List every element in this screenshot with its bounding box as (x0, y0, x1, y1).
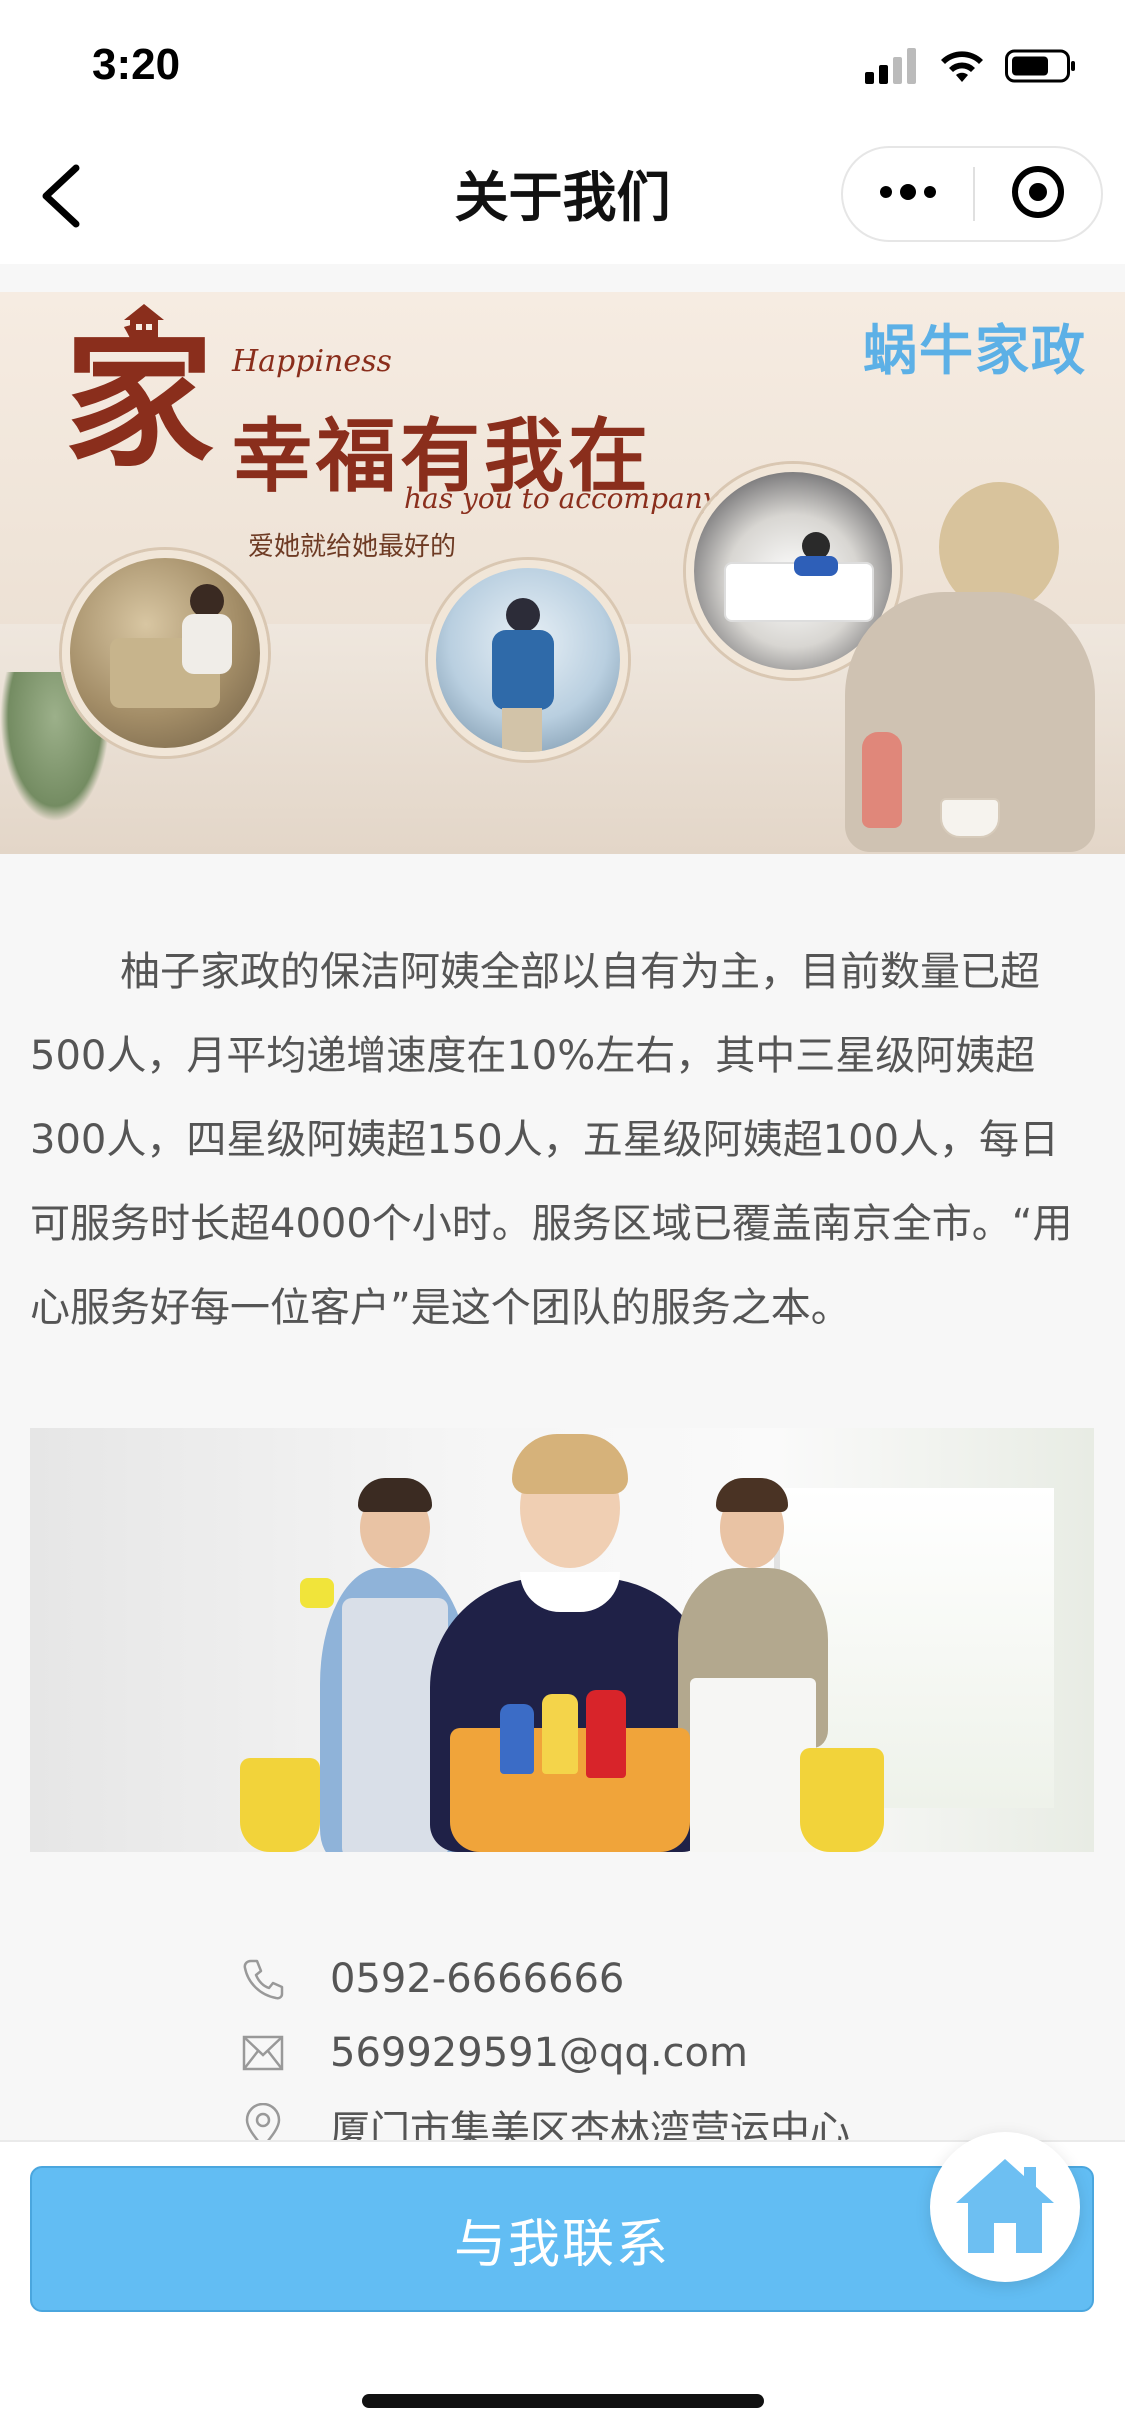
home-icon (950, 2153, 1060, 2261)
home-indicator (362, 2394, 764, 2408)
brand-name: 蜗牛家政 (863, 319, 1087, 382)
contact-email-text: 569929591@qq.com (330, 2030, 748, 2076)
wifi-icon (937, 48, 987, 88)
contact-email[interactable]: 569929591@qq.com (236, 2016, 1036, 2090)
cleaning-bottle-red (586, 1690, 626, 1778)
cleaning-bottle-blue (500, 1704, 534, 1774)
more-button[interactable] (843, 148, 973, 240)
battery-icon (1005, 48, 1077, 88)
contact-phone[interactable]: 0592-6666666 (236, 1942, 1036, 2016)
close-button[interactable] (975, 148, 1101, 240)
status-time: 3:20 (92, 40, 181, 89)
cleaning-bottle-yellow (542, 1694, 578, 1774)
cleaning-basket-left (240, 1758, 320, 1852)
phone-icon (236, 1952, 290, 2006)
status-icons (865, 46, 1077, 90)
close-target-icon (1010, 164, 1066, 224)
mail-icon (236, 2026, 290, 2080)
cleaning-basket-right (800, 1748, 884, 1852)
signal-icon (865, 48, 919, 88)
banner-photo-window-cleaning (428, 560, 628, 760)
intro-paragraph: 柚子家政的保洁阿姨全部以自有为主，目前数量已超500人，月平均递增速度在10%左… (30, 949, 1073, 1331)
team-photo (30, 1428, 1094, 1852)
status-bar: 3:20 (0, 0, 1125, 132)
banner-accompany: has you to accompany (404, 482, 719, 515)
banner-photo-sofa-cleaning (62, 550, 268, 756)
nav-bar: 关于我们 (0, 132, 1125, 264)
banner-happiness: Happiness (232, 344, 392, 379)
banner-cup (940, 798, 1000, 838)
house-logo-icon (122, 302, 166, 346)
home-floating-button[interactable] (930, 2132, 1080, 2282)
contact-list: 0592-6666666 569929591@qq.com 厦门市集美区杏林湾营… (236, 1942, 1036, 2164)
mini-program-capsule (841, 146, 1103, 242)
banner-image: 蜗牛家政 家 Happiness 幸福有我在 has you to accomp… (0, 292, 1125, 854)
more-dots-icon (878, 184, 938, 204)
banner-subtitle: 爱她就给她最好的 (248, 532, 457, 562)
banner-thermos (862, 732, 902, 828)
contact-phone-text: 0592-6666666 (330, 1956, 625, 2002)
